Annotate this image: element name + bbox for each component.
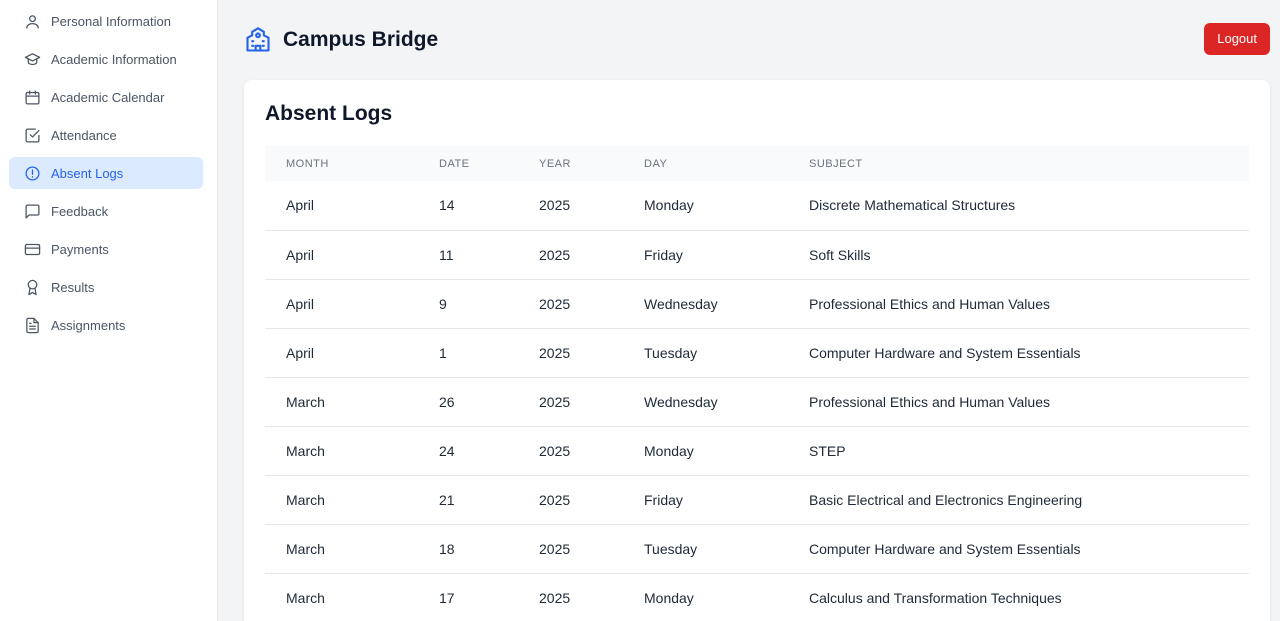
sidebar-item-label: Assignments [51, 317, 126, 333]
graduation-cap-icon [23, 50, 41, 68]
cell-date: 1 [418, 328, 518, 378]
cell-date: 11 [418, 230, 518, 280]
sidebar-item-academic-information[interactable]: Academic Information [9, 43, 203, 75]
award-icon [23, 278, 41, 296]
table-row: March 24 2025 Monday STEP [265, 426, 1249, 476]
cell-year: 2025 [518, 181, 623, 231]
cell-date: 26 [418, 377, 518, 427]
table-row: April 1 2025 Tuesday Computer Hardware a… [265, 328, 1249, 378]
sidebar-item-label: Academic Information [51, 51, 177, 67]
sidebar-item-academic-calendar[interactable]: Academic Calendar [9, 81, 203, 113]
table-header-row: MONTH DATE YEAR DAY SUBJECT [265, 146, 1249, 181]
page-title: Absent Logs [265, 102, 393, 125]
column-header-date: DATE [439, 157, 470, 170]
cell-date: 21 [418, 475, 518, 525]
brand: Campus Bridge [244, 26, 438, 54]
sidebar-item-label: Results [51, 279, 95, 295]
sidebar-item-label: Attendance [51, 127, 117, 143]
cell-year: 2025 [518, 328, 623, 378]
sidebar-item-absent-logs[interactable]: Absent Logs [9, 157, 203, 189]
cell-date: 14 [418, 181, 518, 231]
cell-year: 2025 [518, 524, 623, 574]
cell-year: 2025 [518, 426, 623, 476]
cell-subject: Discrete Mathematical Structures [788, 181, 1249, 231]
school-building-icon [244, 26, 272, 54]
sidebar-item-attendance[interactable]: Attendance [9, 119, 203, 151]
logout-button[interactable]: Logout [1204, 22, 1270, 55]
cell-month: April [265, 181, 418, 231]
cell-subject: STEP [788, 426, 1249, 476]
table-row: March 26 2025 Wednesday Professional Eth… [265, 377, 1249, 427]
cell-year: 2025 [518, 230, 623, 280]
cell-day: Tuesday [623, 524, 788, 574]
table-row: April 14 2025 Monday Discrete Mathematic… [265, 181, 1249, 231]
sidebar-item-label: Personal Information [51, 13, 171, 29]
cell-date: 24 [418, 426, 518, 476]
sidebar-item-label: Payments [51, 241, 109, 257]
cell-year: 2025 [518, 475, 623, 525]
sidebar-item-label: Academic Calendar [51, 89, 165, 105]
cell-month: April [265, 279, 418, 329]
cell-month: April [265, 328, 418, 378]
sidebar-item-label: Absent Logs [51, 165, 124, 181]
sidebar-item-assignments[interactable]: Assignments [9, 309, 203, 341]
cell-day: Wednesday [623, 377, 788, 427]
cell-month: April [265, 230, 418, 280]
table-row: March 21 2025 Friday Basic Electrical an… [265, 475, 1249, 525]
cell-year: 2025 [518, 377, 623, 427]
sidebar-item-label: Feedback [51, 203, 109, 219]
top-bar: Campus Bridge Logout [244, 0, 1270, 80]
absent-logs-card: Absent Logs MONTH DATE YEAR DAY SUBJECT … [244, 80, 1270, 621]
cell-month: March [265, 573, 418, 621]
cell-month: March [265, 426, 418, 476]
cell-month: March [265, 524, 418, 574]
cell-subject: Professional Ethics and Human Values [788, 279, 1249, 329]
table-row: April 11 2025 Friday Soft Skills [265, 230, 1249, 280]
cell-day: Tuesday [623, 328, 788, 378]
cell-year: 2025 [518, 279, 623, 329]
cell-month: March [265, 475, 418, 525]
user-icon [23, 12, 41, 30]
table-row: March 17 2025 Monday Calculus and Transf… [265, 573, 1249, 621]
cell-subject: Computer Hardware and System Essentials [788, 524, 1249, 574]
table-row: March 18 2025 Tuesday Computer Hardware … [265, 524, 1249, 574]
column-header-day: DAY [644, 157, 668, 170]
cell-subject: Calculus and Transformation Techniques [788, 573, 1249, 621]
message-square-icon [23, 202, 41, 220]
file-text-icon [23, 316, 41, 334]
main-content: Campus Bridge Logout Absent Logs MONTH D… [218, 0, 1280, 621]
cell-date: 9 [418, 279, 518, 329]
column-header-year: YEAR [539, 157, 571, 170]
cell-year: 2025 [518, 573, 623, 621]
sidebar-item-payments[interactable]: Payments [9, 233, 203, 265]
sidebar-item-results[interactable]: Results [9, 271, 203, 303]
cell-day: Monday [623, 181, 788, 231]
column-header-subject: SUBJECT [809, 157, 863, 170]
app-title: Campus Bridge [283, 28, 439, 51]
credit-card-icon [23, 240, 41, 258]
cell-subject: Basic Electrical and Electronics Enginee… [788, 475, 1249, 525]
cell-day: Friday [623, 475, 788, 525]
cell-day: Monday [623, 573, 788, 621]
check-square-icon [23, 126, 41, 144]
cell-subject: Computer Hardware and System Essentials [788, 328, 1249, 378]
table-row: April 9 2025 Wednesday Professional Ethi… [265, 279, 1249, 329]
cell-day: Monday [623, 426, 788, 476]
table-body: April 14 2025 Monday Discrete Mathematic… [265, 181, 1249, 621]
cell-day: Friday [623, 230, 788, 280]
cell-subject: Professional Ethics and Human Values [788, 377, 1249, 427]
cell-subject: Soft Skills [788, 230, 1249, 280]
cell-date: 18 [418, 524, 518, 574]
absent-logs-table: MONTH DATE YEAR DAY SUBJECT April 14 202… [265, 146, 1249, 621]
cell-month: March [265, 377, 418, 427]
sidebar: Personal Information Academic Informatio… [0, 0, 218, 621]
cell-day: Wednesday [623, 279, 788, 329]
calendar-icon [23, 88, 41, 106]
cell-date: 17 [418, 573, 518, 621]
alert-circle-icon [23, 164, 41, 182]
column-header-month: MONTH [286, 157, 329, 170]
sidebar-item-personal-information[interactable]: Personal Information [9, 5, 203, 37]
sidebar-item-feedback[interactable]: Feedback [9, 195, 203, 227]
